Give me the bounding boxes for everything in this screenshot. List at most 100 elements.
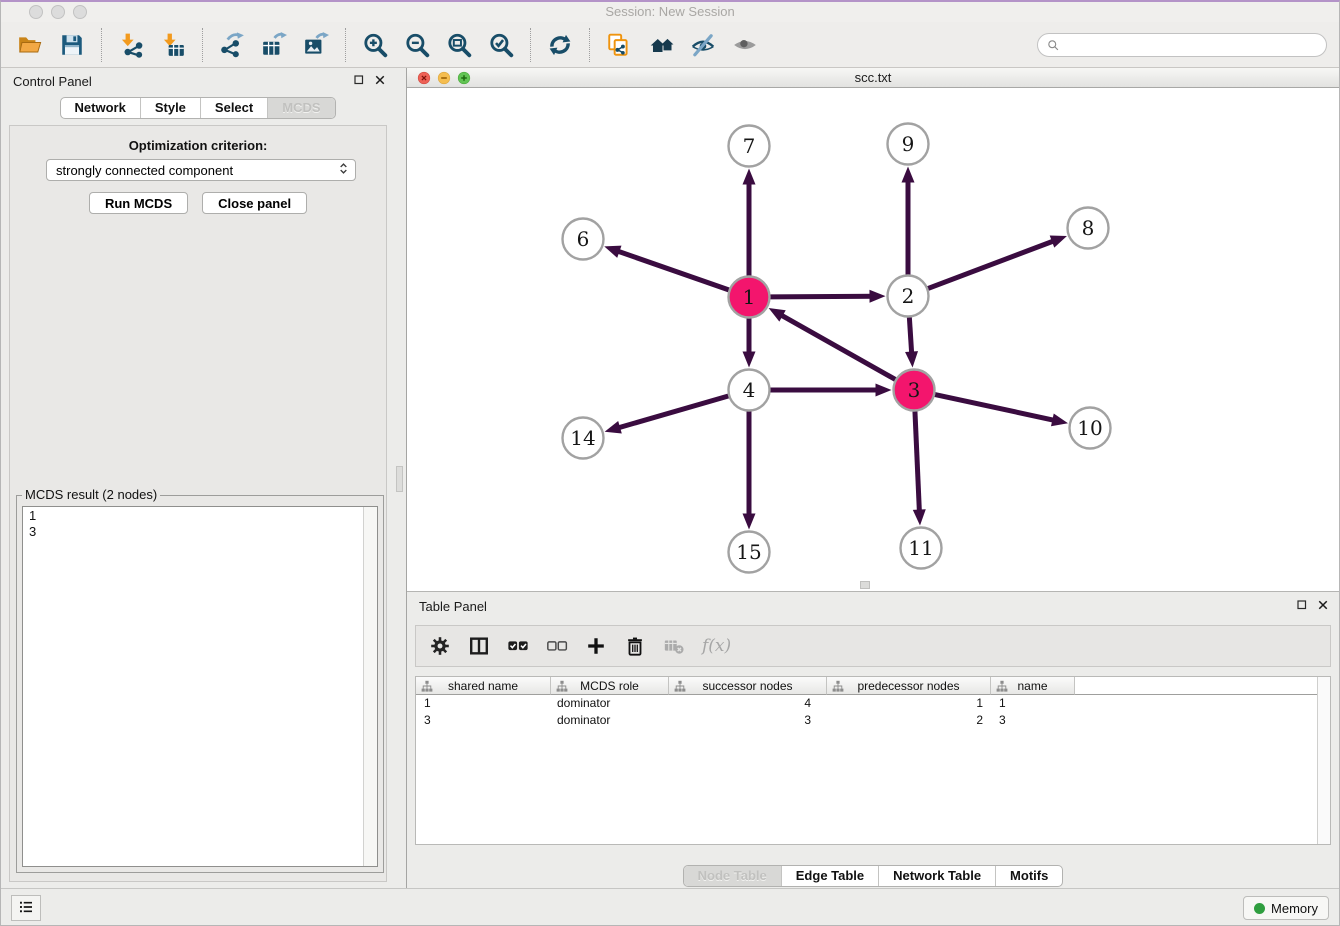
open-file-icon bbox=[17, 32, 43, 58]
close-table-panel-icon[interactable] bbox=[1317, 599, 1329, 611]
column-header-shared-name[interactable]: shared name bbox=[416, 677, 551, 695]
cb-unchecked-button[interactable] bbox=[545, 634, 569, 658]
table-row[interactable]: 1dominator411 bbox=[416, 695, 1330, 712]
edge-3-1[interactable] bbox=[777, 313, 895, 379]
columns-button[interactable] bbox=[467, 634, 491, 658]
search-input[interactable] bbox=[1066, 37, 1318, 54]
table-tab-motifs[interactable]: Motifs bbox=[995, 866, 1062, 886]
edge-4-14[interactable] bbox=[614, 396, 728, 429]
show-eye-button[interactable] bbox=[729, 29, 761, 61]
table-cell[interactable]: 3 bbox=[669, 712, 827, 729]
edge-2-8[interactable] bbox=[928, 239, 1057, 288]
export-network-button[interactable] bbox=[216, 29, 248, 61]
graph-node-label-8: 8 bbox=[1082, 216, 1095, 240]
table-row[interactable]: 3dominator323 bbox=[416, 712, 1330, 729]
export-network-icon bbox=[219, 32, 245, 58]
edge-3-10[interactable] bbox=[935, 395, 1058, 422]
table-cell[interactable]: 1 bbox=[416, 695, 551, 712]
column-header-predecessor-nodes[interactable]: predecessor nodes bbox=[827, 677, 991, 695]
cb-checked-button[interactable] bbox=[506, 634, 530, 658]
window-minimize-button[interactable] bbox=[51, 5, 65, 19]
copy-network-icon bbox=[606, 32, 632, 58]
network-close-icon[interactable] bbox=[417, 71, 431, 85]
mcds-result-item[interactable]: 1 bbox=[23, 507, 377, 523]
status-bar: Memory bbox=[1, 888, 1339, 926]
float-panel-icon[interactable] bbox=[353, 74, 365, 86]
refresh-button[interactable] bbox=[544, 29, 576, 61]
mcds-result-list: 13 bbox=[22, 506, 378, 867]
export-image-button[interactable] bbox=[300, 29, 332, 61]
toolbar-separator bbox=[530, 28, 531, 62]
tab-select[interactable]: Select bbox=[200, 98, 267, 118]
table-tab-network-table[interactable]: Network Table bbox=[878, 866, 995, 886]
table-cell[interactable]: dominator bbox=[551, 695, 669, 712]
vertical-splitter[interactable] bbox=[394, 68, 407, 888]
show-panels-button[interactable] bbox=[11, 895, 41, 921]
table-scrollbar[interactable] bbox=[1317, 677, 1330, 844]
import-network-button[interactable] bbox=[115, 29, 147, 61]
edge-1-6[interactable] bbox=[614, 250, 729, 290]
table-cell[interactable]: 4 bbox=[669, 695, 827, 712]
splitter-grip[interactable] bbox=[396, 466, 403, 492]
network-window-grip[interactable] bbox=[860, 581, 870, 589]
column-header-MCDS-role[interactable]: MCDS role bbox=[551, 677, 669, 695]
gear-button[interactable] bbox=[428, 634, 452, 658]
export-table-button[interactable] bbox=[258, 29, 290, 61]
right-column: scc.txt 7968124314101511 Table Panel f(x… bbox=[407, 68, 1339, 888]
optimization-criterion-label: Optimization criterion: bbox=[10, 138, 386, 153]
graph-node-label-15: 15 bbox=[736, 540, 761, 564]
window-close-button[interactable] bbox=[29, 5, 43, 19]
save-session-icon bbox=[59, 32, 85, 58]
close-panel-icon[interactable] bbox=[374, 74, 386, 86]
tab-mcds[interactable]: MCDS bbox=[267, 98, 334, 118]
run-mcds-button[interactable]: Run MCDS bbox=[89, 192, 188, 214]
table-tab-edge-table[interactable]: Edge Table bbox=[781, 866, 878, 886]
edge-1-2[interactable] bbox=[770, 296, 875, 297]
trash-button[interactable] bbox=[623, 634, 647, 658]
table-cell[interactable]: 3 bbox=[991, 712, 1075, 729]
graph-node-label-7: 7 bbox=[743, 134, 756, 158]
close-panel-button[interactable]: Close panel bbox=[202, 192, 307, 214]
zoom-fit-button[interactable] bbox=[443, 29, 475, 61]
tab-network[interactable]: Network bbox=[61, 98, 140, 118]
network-minimize-icon[interactable] bbox=[437, 71, 451, 85]
table-tabs: Node TableEdge TableNetwork TableMotifs bbox=[407, 865, 1339, 887]
window-maximize-button[interactable] bbox=[73, 5, 87, 19]
tab-style[interactable]: Style bbox=[140, 98, 200, 118]
import-table-button[interactable] bbox=[157, 29, 189, 61]
column-header-label: successor nodes bbox=[702, 679, 792, 693]
edge-3-11[interactable] bbox=[915, 411, 920, 515]
copy-network-button[interactable] bbox=[603, 29, 635, 61]
plus-button[interactable] bbox=[584, 634, 608, 658]
edge-2-3[interactable] bbox=[909, 317, 912, 357]
result-list-scrollbar[interactable] bbox=[363, 507, 377, 866]
table-tab-node-table[interactable]: Node Table bbox=[684, 866, 781, 886]
open-file-button[interactable] bbox=[14, 29, 46, 61]
table-delete-icon bbox=[663, 635, 685, 657]
table-cell[interactable]: 2 bbox=[827, 712, 991, 729]
edge-arrowhead-1-6 bbox=[604, 246, 621, 258]
zoom-selected-button[interactable] bbox=[485, 29, 517, 61]
table-toolbar: f(x) bbox=[415, 625, 1331, 667]
memory-button[interactable]: Memory bbox=[1243, 896, 1329, 920]
table-cell[interactable]: 1 bbox=[827, 695, 991, 712]
mcds-result-item[interactable]: 3 bbox=[23, 523, 377, 539]
column-header-name[interactable]: name bbox=[991, 677, 1075, 695]
table-cell[interactable]: 3 bbox=[416, 712, 551, 729]
criterion-dropdown[interactable]: strongly connected component bbox=[46, 159, 356, 181]
save-session-button[interactable] bbox=[56, 29, 88, 61]
show-eye-icon bbox=[732, 32, 758, 58]
network-maximize-icon[interactable] bbox=[457, 71, 471, 85]
plus-icon bbox=[585, 635, 607, 657]
hide-eye-button[interactable] bbox=[687, 29, 719, 61]
zoom-in-button[interactable] bbox=[359, 29, 391, 61]
table-cell[interactable]: 1 bbox=[991, 695, 1075, 712]
zoom-out-button[interactable] bbox=[401, 29, 433, 61]
network-graph-canvas[interactable]: 7968124314101511 bbox=[407, 88, 1339, 591]
homes-button[interactable] bbox=[645, 29, 677, 61]
graph-node-label-9: 9 bbox=[902, 132, 915, 156]
main-content: Control Panel NetworkStyleSelectMCDS Opt… bbox=[1, 68, 1339, 888]
column-header-successor-nodes[interactable]: successor nodes bbox=[669, 677, 827, 695]
float-table-panel-icon[interactable] bbox=[1296, 599, 1308, 611]
table-cell[interactable]: dominator bbox=[551, 712, 669, 729]
